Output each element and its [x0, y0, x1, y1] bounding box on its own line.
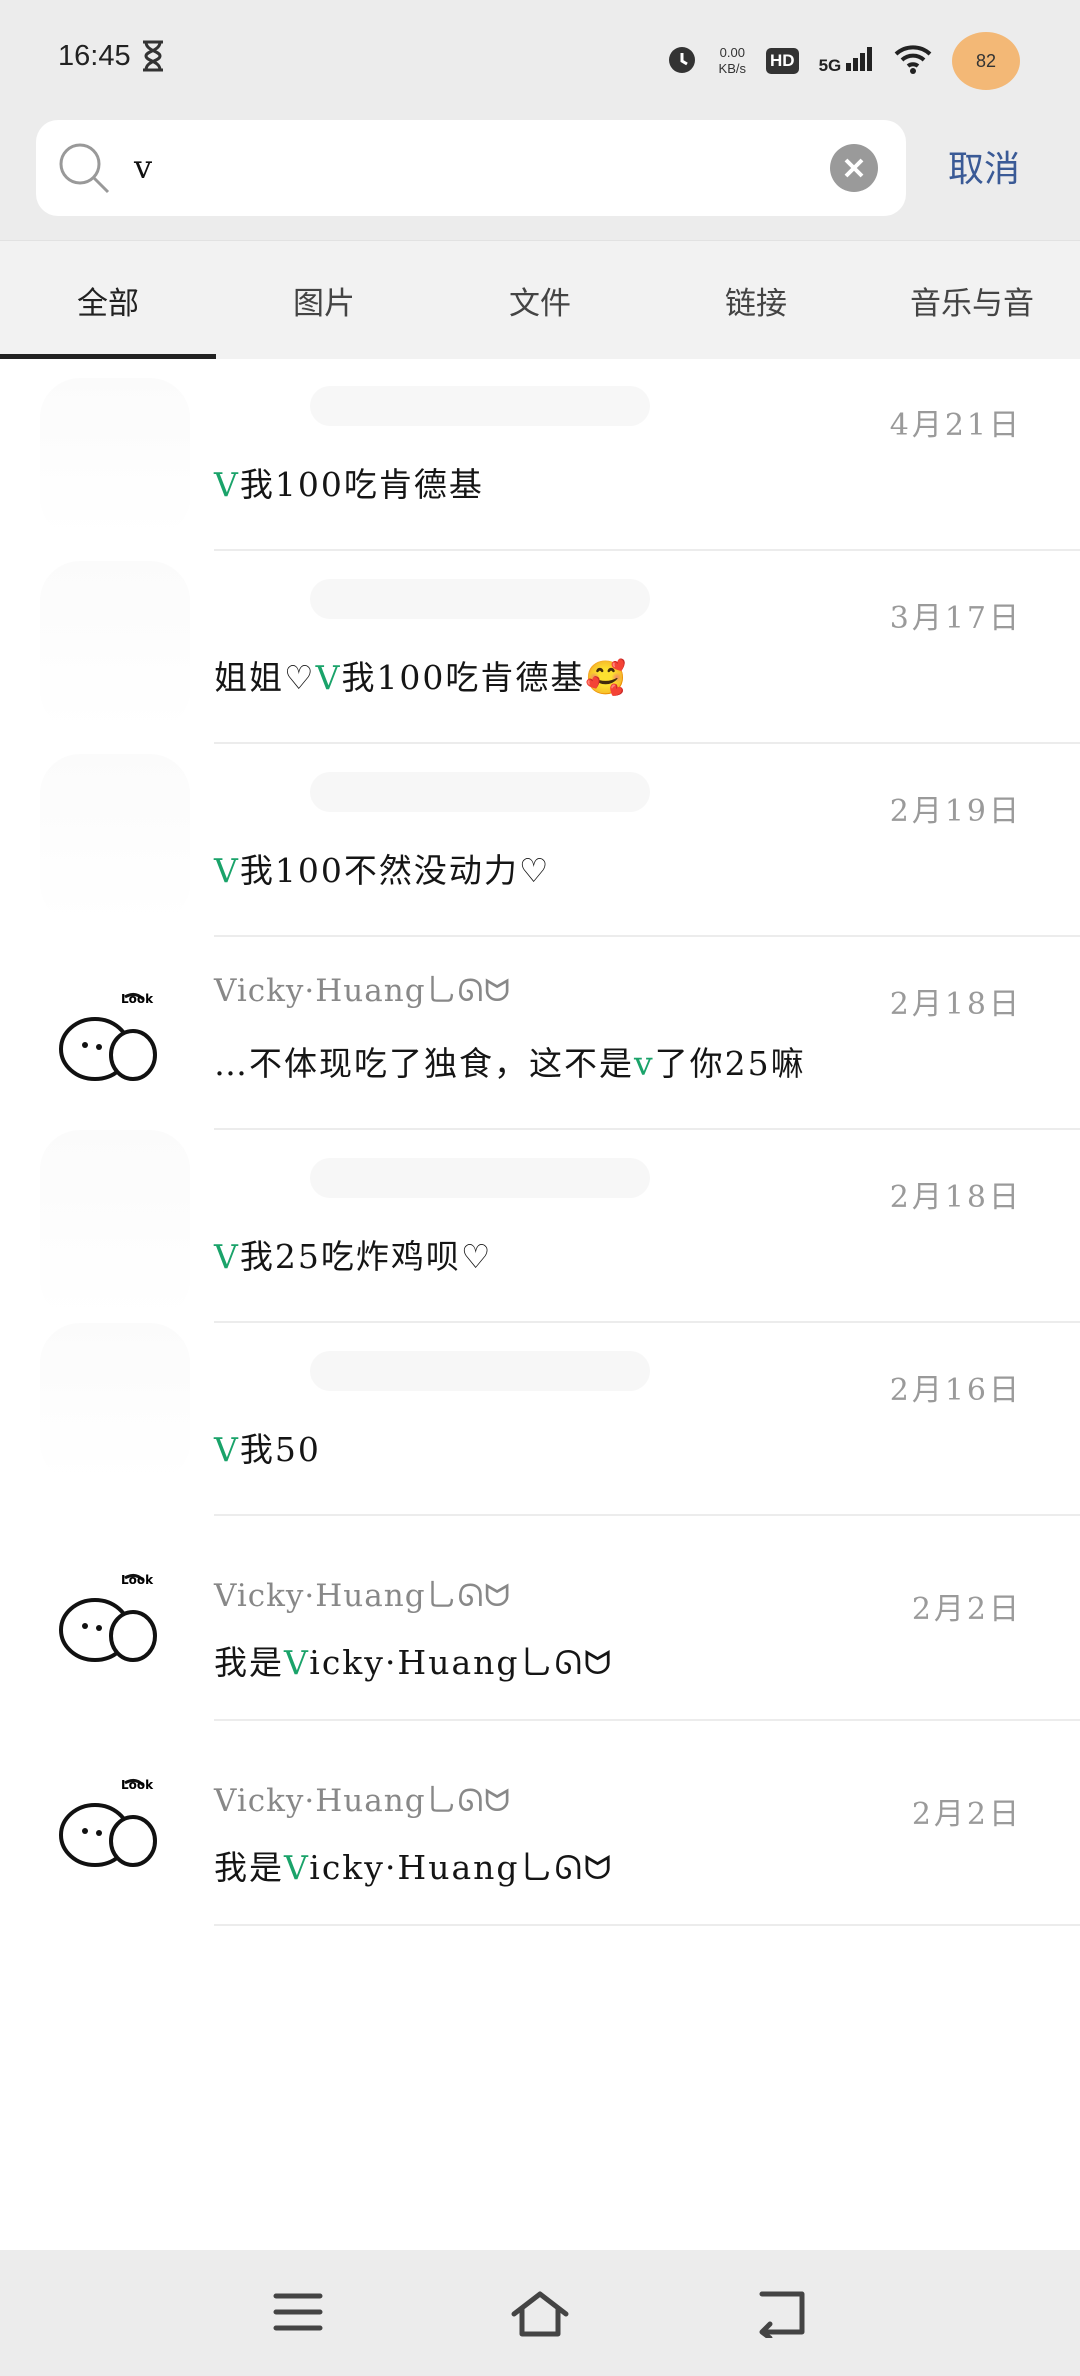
search-bar: v 取消: [0, 118, 1080, 240]
category-tabs: 全部 图片 文件 链接 音乐与音: [0, 240, 1080, 359]
message-text: 我50: [239, 1430, 321, 1469]
message-text: 我100吃肯德基🥰: [341, 658, 629, 697]
signal-icon: 5G: [818, 46, 874, 76]
sender-name-blurred: [310, 386, 650, 426]
message-date: 2月19日: [889, 794, 1022, 829]
message-text: 我25吃炸鸡呗♡: [239, 1237, 493, 1276]
tab-images[interactable]: 图片: [216, 241, 432, 359]
match-highlight: V: [214, 1237, 240, 1276]
match-highlight: v: [634, 1044, 655, 1083]
puppy-avatar-icon: Look: [55, 987, 161, 1093]
list-item[interactable]: 3月17日 姐姐♡V我100吃肯德基🥰: [0, 551, 1080, 744]
list-item[interactable]: Look Vicky·Huang乚ᘏᗢ 2月2日 我是Vicky·Huang乚ᘏ…: [0, 1721, 1080, 1926]
message-snippet: V我50: [214, 1423, 321, 1471]
message-snippet: V我25吃炸鸡呗♡: [214, 1230, 492, 1278]
list-item[interactable]: Look Vicky·Huang乚ᘏᗢ 2月18日 …不体现吃了独食，这不是v了…: [0, 937, 1080, 1130]
clear-search-button[interactable]: [830, 144, 878, 192]
message-date: 2月18日: [889, 1180, 1022, 1215]
message-date: 2月2日: [911, 1797, 1022, 1832]
svg-text:Look: Look: [121, 1573, 154, 1587]
status-time: 16:45: [58, 40, 131, 72]
sender-name-blurred: [310, 1351, 650, 1391]
message-snippet: 我是Vicky·Huang乚ᘏᗢ: [214, 1841, 613, 1889]
message-text: 姐姐♡: [214, 658, 316, 697]
sender-name-blurred: [310, 1158, 650, 1198]
net-speed-value: 0.00: [719, 45, 745, 60]
net-speed: 0.00 KB/s: [719, 45, 746, 77]
list-item[interactable]: 4月21日 V我100吃肯德基: [0, 358, 1080, 551]
svg-text:Look: Look: [121, 992, 154, 1006]
message-date: 2月16日: [889, 1373, 1022, 1408]
back-icon[interactable]: [752, 2290, 808, 2342]
svg-text:Look: Look: [121, 1778, 154, 1792]
list-item[interactable]: Look Vicky·Huang乚ᘏᗢ 2月2日 我是Vicky·Huang乚ᘏ…: [0, 1516, 1080, 1721]
puppy-avatar-icon: Look: [55, 1568, 161, 1674]
sender-name-blurred: [310, 772, 650, 812]
home-icon[interactable]: [510, 2290, 570, 2342]
divider: [214, 1924, 1080, 1926]
match-highlight: V: [214, 465, 240, 504]
message-date: 3月17日: [889, 601, 1022, 636]
match-highlight: V: [214, 1430, 240, 1469]
avatar: [40, 1130, 190, 1320]
hd-icon: HD: [766, 48, 799, 74]
hourglass-icon: [140, 40, 166, 76]
list-item[interactable]: 2月19日 V我100不然没动力♡: [0, 744, 1080, 937]
tab-links[interactable]: 链接: [648, 241, 864, 359]
message-date: 4月21日: [889, 408, 1022, 443]
network-type: 5G: [818, 55, 842, 75]
message-snippet: 姐姐♡V我100吃肯德基🥰: [214, 651, 629, 699]
close-icon: [844, 158, 864, 178]
sender-name: Vicky·Huang乚ᘏᗢ: [214, 973, 512, 1009]
avatar: [40, 1323, 190, 1483]
message-text: 我100吃肯德基: [239, 465, 484, 504]
list-item[interactable]: 2月16日 V我50: [0, 1323, 1080, 1516]
wifi-icon: [894, 44, 932, 78]
sender-name-blurred: [310, 579, 650, 619]
puppy-avatar-icon: Look: [55, 1773, 161, 1879]
tab-files[interactable]: 文件: [432, 241, 648, 359]
avatar: [40, 378, 190, 538]
message-text: icky·Huang乚ᘏᗢ: [309, 1643, 614, 1682]
battery-icon: 82: [952, 32, 1020, 90]
message-snippet: V我100不然没动力♡: [214, 844, 550, 892]
message-text: 我是: [214, 1848, 284, 1887]
battery-level: 82: [975, 50, 997, 71]
message-text: …不体现吃了独食，这不是: [214, 1044, 634, 1083]
sender-name: Vicky·Huang乚ᘏᗢ: [214, 1578, 512, 1614]
message-text: 了你25嘛: [654, 1044, 806, 1083]
tab-music[interactable]: 音乐与音: [864, 241, 1080, 359]
net-speed-unit: KB/s: [718, 61, 747, 76]
list-item[interactable]: 2月18日 V我25吃炸鸡呗♡: [0, 1130, 1080, 1323]
match-highlight: V: [284, 1643, 310, 1682]
message-text: 我是: [214, 1643, 284, 1682]
message-snippet: V我100吃肯德基: [214, 458, 484, 506]
menu-icon[interactable]: [272, 2290, 324, 2338]
message-date: 2月2日: [911, 1592, 1022, 1627]
message-snippet: 我是Vicky·Huang乚ᘏᗢ: [214, 1636, 613, 1684]
sender-name: Vicky·Huang乚ᘏᗢ: [214, 1783, 512, 1819]
match-highlight: V: [315, 658, 342, 697]
navigation-bar: [0, 2250, 1080, 2376]
avatar: [40, 754, 190, 924]
alarm-icon: [665, 42, 699, 80]
search-results-list: 4月21日 V我100吃肯德基 3月17日 姐姐♡V我100吃肯德基🥰 2月19…: [0, 358, 1080, 1926]
cancel-button[interactable]: 取消: [948, 140, 1020, 192]
search-input[interactable]: v: [36, 120, 906, 216]
search-icon: [58, 142, 112, 200]
match-highlight: V: [284, 1848, 310, 1887]
message-snippet: …不体现吃了独食，这不是v了你25嘛: [214, 1037, 806, 1085]
message-text: 我100不然没动力♡: [239, 851, 551, 890]
message-text: icky·Huang乚ᘏᗢ: [309, 1848, 614, 1887]
search-query: v: [134, 148, 153, 186]
message-date: 2月18日: [889, 987, 1022, 1022]
avatar: [40, 561, 190, 731]
tab-all[interactable]: 全部: [0, 241, 216, 359]
status-bar: 16:45 0.00 KB/s HD 5G 82: [0, 0, 1080, 118]
match-highlight: V: [214, 851, 240, 890]
